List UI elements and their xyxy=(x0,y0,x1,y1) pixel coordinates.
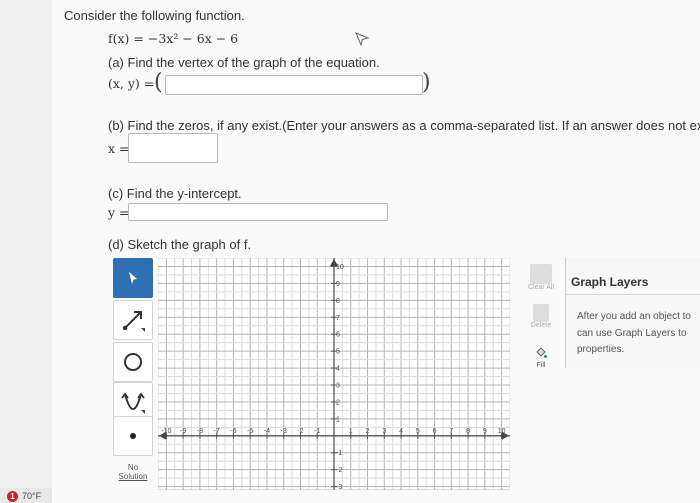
function-definition: f(x) = −3x² − 6x − 6 xyxy=(108,31,239,46)
zeros-input[interactable] xyxy=(128,133,218,163)
graph-side-tools: Clear All Delete Fill xyxy=(515,258,565,370)
y-tick-label: 6 xyxy=(336,332,340,339)
temperature-readout: 70°F xyxy=(22,491,42,501)
x-tick-label: 10 xyxy=(498,428,506,435)
graph-layers-panel: Graph Layers After you add an object to … xyxy=(565,258,700,368)
x-tick-label: 9 xyxy=(483,428,487,435)
x-tick-label: 8 xyxy=(466,428,470,435)
fill-label: Fill xyxy=(536,362,546,369)
y-tick-label: -1 xyxy=(336,450,342,457)
x-tick-label: 7 xyxy=(449,428,453,435)
part-b-prompt: (b) Find the zeros, if any exist.(Enter … xyxy=(108,118,700,133)
x-tick-label: 4 xyxy=(399,428,403,435)
help-line-1: After you add an object to xyxy=(577,311,691,322)
close-paren: ) xyxy=(422,70,431,95)
clear-all-button[interactable]: Clear All xyxy=(525,264,557,291)
paint-bucket-icon xyxy=(536,347,547,358)
x-tick-label: -2 xyxy=(297,428,303,435)
fill-button[interactable]: Fill xyxy=(525,346,557,369)
graph-layers-help: After you add an object to can use Graph… xyxy=(577,309,691,359)
part-b-label: x = xyxy=(108,141,130,156)
x-tick-label: 1 xyxy=(349,428,353,435)
x-tick-label: -1 xyxy=(314,428,320,435)
help-line-2: can use Graph Layers to xyxy=(577,327,687,339)
x-tick-label: 3 xyxy=(382,428,386,435)
x-tick-label: -10 xyxy=(161,428,171,435)
line-tool-icon xyxy=(122,311,145,332)
x-tick-label: -6 xyxy=(230,428,236,435)
y-tick-label: 8 xyxy=(336,298,340,305)
y-tick-label: 4 xyxy=(336,366,340,373)
point-tool-button[interactable] xyxy=(113,416,153,456)
part-a-prompt: (a) Find the vertex of the graph of the … xyxy=(108,55,380,70)
part-c-label: y = xyxy=(108,205,130,220)
open-paren: ( xyxy=(154,70,163,95)
x-tick-label: 6 xyxy=(433,428,437,435)
point-tool-icon xyxy=(130,433,136,439)
pointer-arrow-icon xyxy=(129,272,137,284)
clear-icon xyxy=(530,264,552,284)
y-tick-label: 5 xyxy=(336,349,340,356)
y-tick-label: 10 xyxy=(336,264,344,271)
part-d-prompt: (d) Sketch the graph of f. xyxy=(108,237,252,252)
y-intercept-input[interactable] xyxy=(128,203,388,221)
x-tick-label: -8 xyxy=(197,428,203,435)
circle-tool-icon xyxy=(124,353,142,371)
y-tick-label: -2 xyxy=(336,467,342,474)
pointer-tool-button[interactable] xyxy=(113,258,153,298)
x-tick-label: -9 xyxy=(180,428,186,435)
weather-alert-badge[interactable]: 1 xyxy=(7,491,18,502)
line-tool-button[interactable] xyxy=(113,300,153,340)
clear-all-label: Clear All xyxy=(527,284,555,291)
y-tick-label: -3 xyxy=(336,484,342,490)
x-tick-label: -4 xyxy=(264,428,270,435)
y-tick-label: 3 xyxy=(336,383,340,390)
vertex-input[interactable] xyxy=(165,75,423,95)
delete-label: Delete xyxy=(530,322,552,329)
graph-layers-title: Graph Layers xyxy=(571,275,649,289)
no-solution-button[interactable]: No Solution xyxy=(110,463,156,481)
parabola-tool-icon xyxy=(121,392,145,414)
y-tick-label: 9 xyxy=(336,281,340,288)
y-tick-label: 7 xyxy=(336,315,340,322)
help-line-3: properties. xyxy=(577,344,625,355)
trash-icon xyxy=(533,304,549,322)
x-tick-label: -7 xyxy=(214,428,220,435)
no-solution-line2: Solution xyxy=(118,472,148,481)
graph-canvas[interactable]: -10 -9 -8 -7 -6 -5 -4 -3 -2 -1 1 2 3 4 5 6 7 8 9 10 -3 -2 -1 1 2… xyxy=(158,258,510,490)
mouse-cursor-icon xyxy=(355,32,370,47)
part-a-label: (x, y) = xyxy=(108,76,155,91)
problem-intro: Consider the following function. xyxy=(64,8,245,23)
x-tick-label: -5 xyxy=(247,428,253,435)
graph-toolbar: No Solution xyxy=(110,258,156,490)
y-tick-label: 1 xyxy=(336,416,340,423)
panel-divider xyxy=(566,294,700,295)
no-solution-line1: No xyxy=(127,463,139,472)
y-tick-label: 2 xyxy=(336,399,340,406)
delete-button[interactable]: Delete xyxy=(525,304,557,329)
x-tick-label: 5 xyxy=(416,428,420,435)
part-c-prompt: (c) Find the y-intercept. xyxy=(108,186,242,201)
circle-tool-button[interactable] xyxy=(113,342,153,382)
x-tick-label: -3 xyxy=(281,428,287,435)
x-tick-label: 2 xyxy=(366,428,370,435)
